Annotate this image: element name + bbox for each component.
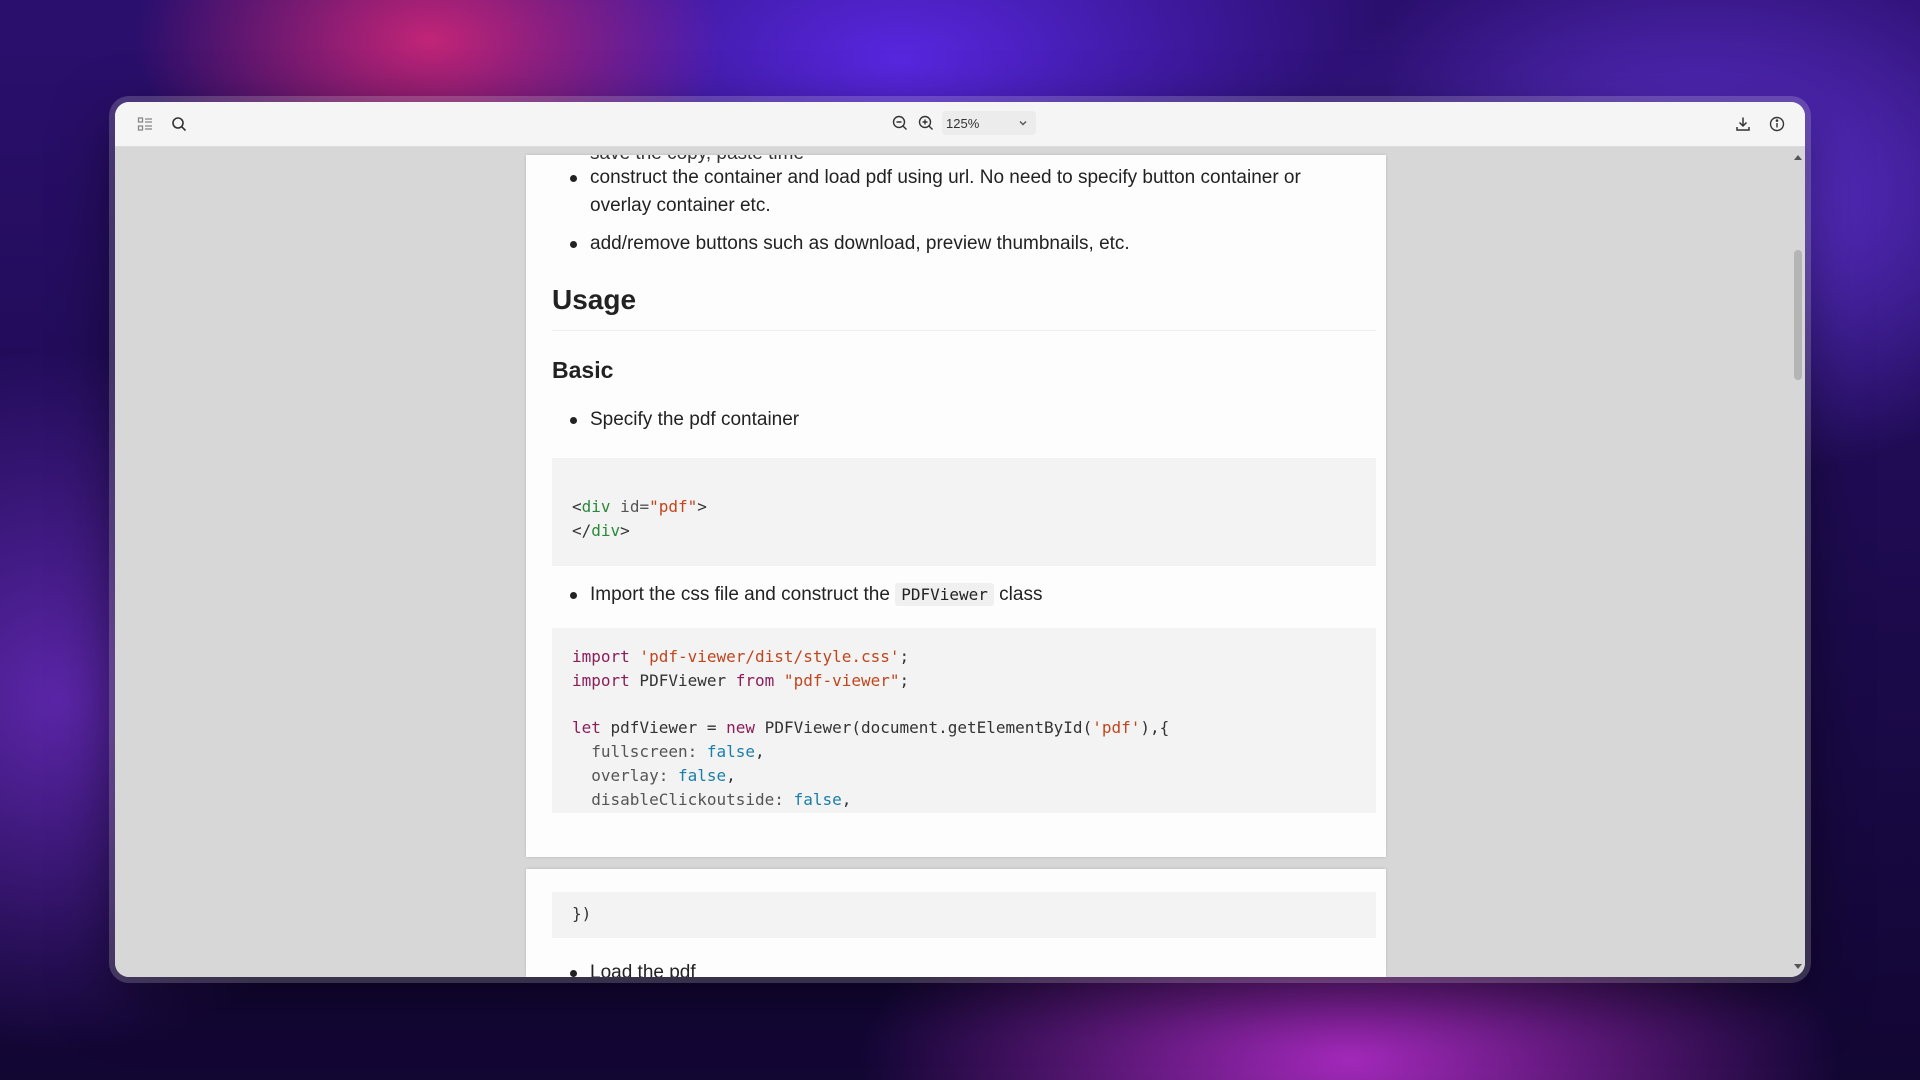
toolbar: 125% [115,102,1805,147]
download-icon[interactable] [1733,114,1753,134]
zoom-in-icon[interactable] [916,113,936,133]
sidebar-toggle-icon[interactable] [135,114,155,134]
list-item: Specify the pdf container [570,406,1350,434]
pdf-viewer-window: 125% save the copy, paste time [115,102,1805,977]
heading-basic: Basic [552,357,614,383]
search-icon[interactable] [169,114,189,134]
document-viewport[interactable]: save the copy, paste time construct the … [115,147,1805,977]
list-item: add/remove buttons such as download, pre… [570,230,1350,258]
zoom-level-value: 125% [946,115,980,131]
chevron-down-icon [1019,121,1027,126]
vertical-scrollbar[interactable] [1793,153,1803,971]
zoom-out-icon[interactable] [890,113,910,133]
code-block-js-continued: }) [552,892,1376,938]
scrollbar-thumb[interactable] [1794,250,1802,380]
pdf-page: }) Load the pdf [526,869,1386,977]
scroll-up-arrow[interactable] [1794,155,1802,160]
list-item: construct the container and load pdf usi… [570,164,1350,220]
scroll-down-arrow[interactable] [1794,964,1802,969]
list-item: Load the pdf [570,959,1350,977]
inline-code: PDFViewer [895,583,994,606]
code-block-js: import 'pdf-viewer/dist/style.css'; impo… [552,628,1376,813]
zoom-level-select[interactable]: 125% [942,111,1036,135]
code-block-html: <div id="pdf"> </div> [552,458,1376,566]
info-icon[interactable] [1767,114,1787,134]
heading-usage: Usage [552,284,637,315]
heading-divider [552,330,1376,331]
list-item: Import the css file and construct the PD… [570,581,1350,609]
pdf-page: save the copy, paste time construct the … [526,155,1386,857]
